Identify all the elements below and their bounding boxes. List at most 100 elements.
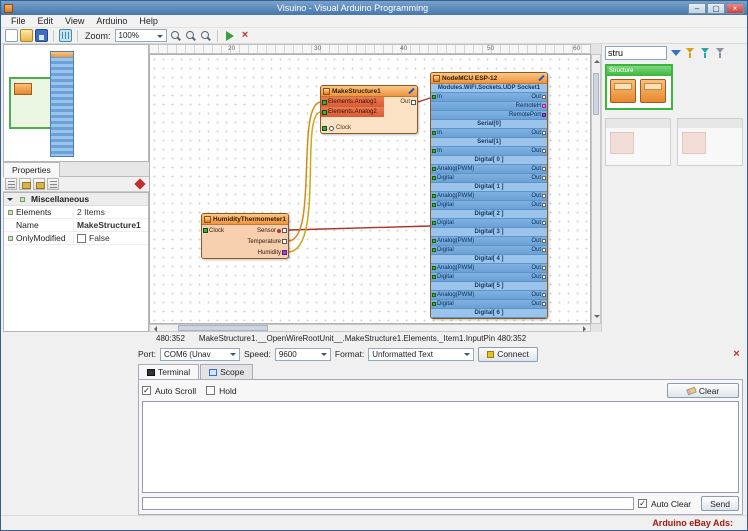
- component-nodemcu-esp12[interactable]: NodeMCU ESP-12 Modules.WiFi.Sockets.UDP …: [430, 72, 548, 319]
- palette-category-selected[interactable]: Structure: [605, 64, 673, 110]
- collapse-all-icon[interactable]: [47, 178, 59, 190]
- component-humiditythermometer1[interactable]: HumidityThermometer1 Clock Sensor Temper…: [201, 213, 289, 259]
- send-input[interactable]: [142, 497, 634, 510]
- wire-humidity-to-analog2[interactable]: [288, 111, 321, 253]
- output-pin[interactable]: [542, 149, 546, 153]
- output-pin[interactable]: [282, 228, 287, 233]
- filter-clear-icon[interactable]: [714, 46, 727, 60]
- property-category[interactable]: Miscellaneous: [4, 193, 148, 206]
- format-combobox[interactable]: Unformatted Text: [368, 347, 475, 361]
- auto-clear-checkbox[interactable]: [637, 499, 647, 508]
- scrollbar-thumb[interactable]: [178, 325, 268, 331]
- onlymodified-checkbox[interactable]: [77, 233, 86, 243]
- input-pin[interactable]: [432, 221, 436, 225]
- output-pin[interactable]: [542, 167, 546, 171]
- input-pin[interactable]: [432, 149, 436, 153]
- component-header[interactable]: NodeMCU ESP-12: [431, 73, 547, 84]
- input-pin[interactable]: [432, 176, 436, 180]
- property-row-name[interactable]: Name MakeStructure1: [4, 219, 148, 232]
- output-pin[interactable]: [542, 275, 546, 279]
- send-button[interactable]: Send: [701, 496, 739, 511]
- close-panel-icon[interactable]: ×: [730, 348, 743, 361]
- filter-category-icon[interactable]: [699, 46, 712, 60]
- vertical-scrollbar[interactable]: [591, 54, 601, 324]
- zoom-in-icon[interactable]: [169, 29, 182, 42]
- design-canvas[interactable]: MakeStructure1 Elements.Analog1 Out Elem…: [149, 54, 591, 324]
- input-pin[interactable]: [432, 293, 436, 297]
- menu-view[interactable]: View: [59, 16, 90, 26]
- input-pin[interactable]: [432, 167, 436, 171]
- input-pin[interactable]: [432, 266, 436, 270]
- input-pin[interactable]: [432, 275, 436, 279]
- design-overview-minimap[interactable]: [3, 44, 149, 162]
- palette-component-makestructure[interactable]: [610, 79, 636, 103]
- output-pin[interactable]: [542, 239, 546, 243]
- auto-scroll-checkbox[interactable]: [142, 386, 151, 395]
- menu-edit[interactable]: Edit: [32, 16, 60, 26]
- zoom-fit-icon[interactable]: [199, 29, 212, 42]
- scroll-down-icon[interactable]: [594, 315, 600, 321]
- property-row-elements[interactable]: Elements 2 Items: [4, 206, 148, 219]
- input-pin[interactable]: [203, 228, 208, 233]
- menu-file[interactable]: File: [5, 16, 32, 26]
- property-row-onlymodified[interactable]: OnlyModified False: [4, 232, 148, 245]
- property-value[interactable]: MakeStructure1: [74, 220, 148, 230]
- output-pin[interactable]: [542, 104, 546, 108]
- tab-properties[interactable]: Properties: [3, 162, 60, 177]
- search-input[interactable]: [605, 46, 667, 60]
- port-combobox[interactable]: COM6 (Unav: [159, 347, 240, 361]
- save-project-icon[interactable]: [35, 29, 48, 42]
- menu-arduino[interactable]: Arduino: [90, 16, 133, 26]
- board-select-icon[interactable]: [59, 29, 72, 42]
- output-pin[interactable]: [542, 203, 546, 207]
- property-value[interactable]: 2 Items: [74, 207, 148, 217]
- input-pin[interactable]: [432, 131, 436, 135]
- close-button[interactable]: ×: [726, 2, 744, 14]
- clear-button[interactable]: Clear: [667, 383, 739, 398]
- horizontal-scrollbar[interactable]: [149, 324, 591, 332]
- output-pin[interactable]: [542, 248, 546, 252]
- search-dropdown-icon[interactable]: [669, 46, 682, 60]
- open-project-icon[interactable]: [20, 29, 33, 42]
- pin-panel-icon[interactable]: [134, 178, 146, 190]
- delete-icon[interactable]: ×: [239, 29, 252, 42]
- component-header[interactable]: MakeStructure1: [321, 86, 417, 97]
- component-header[interactable]: HumidityThermometer1: [202, 214, 288, 225]
- speed-combobox[interactable]: 9600: [274, 347, 331, 361]
- input-pin[interactable]: [432, 203, 436, 207]
- input-pin[interactable]: [322, 99, 327, 105]
- input-pin[interactable]: [432, 302, 436, 306]
- scrollbar-thumb[interactable]: [593, 73, 599, 115]
- input-pin[interactable]: [322, 109, 327, 115]
- run-icon[interactable]: [225, 30, 234, 41]
- input-pin[interactable]: [432, 248, 436, 252]
- sort-by-category-icon[interactable]: [19, 178, 31, 190]
- zoom-combobox[interactable]: 100%: [114, 29, 167, 42]
- scroll-up-icon[interactable]: [594, 57, 600, 63]
- output-pin[interactable]: [282, 250, 287, 255]
- output-pin[interactable]: [542, 221, 546, 225]
- filter-icon[interactable]: [684, 46, 697, 60]
- expand-all-icon[interactable]: [33, 178, 45, 190]
- wire-temperature-to-analog1[interactable]: [288, 101, 321, 242]
- zoom-out-icon[interactable]: [184, 29, 197, 42]
- input-pin[interactable]: [432, 95, 436, 99]
- output-pin[interactable]: [542, 293, 546, 297]
- menu-help[interactable]: Help: [133, 16, 164, 26]
- output-pin[interactable]: [542, 131, 546, 135]
- terminal-output[interactable]: [142, 401, 739, 493]
- input-pin[interactable]: [432, 194, 436, 198]
- hold-checkbox[interactable]: [206, 386, 216, 395]
- edit-pencil-icon[interactable]: [408, 87, 415, 95]
- input-pin[interactable]: [322, 125, 327, 131]
- edit-pencil-icon[interactable]: [538, 74, 545, 82]
- input-pin[interactable]: [432, 239, 436, 243]
- wire-out-to-udp-in[interactable]: [417, 97, 431, 103]
- output-pin[interactable]: [542, 113, 546, 117]
- output-pin[interactable]: [542, 266, 546, 270]
- sort-alphabetical-icon[interactable]: [5, 178, 17, 190]
- output-pin[interactable]: [411, 99, 416, 105]
- collapse-icon[interactable]: [7, 197, 13, 204]
- minimize-button[interactable]: –: [688, 2, 706, 14]
- tab-scope[interactable]: Scope: [200, 364, 254, 379]
